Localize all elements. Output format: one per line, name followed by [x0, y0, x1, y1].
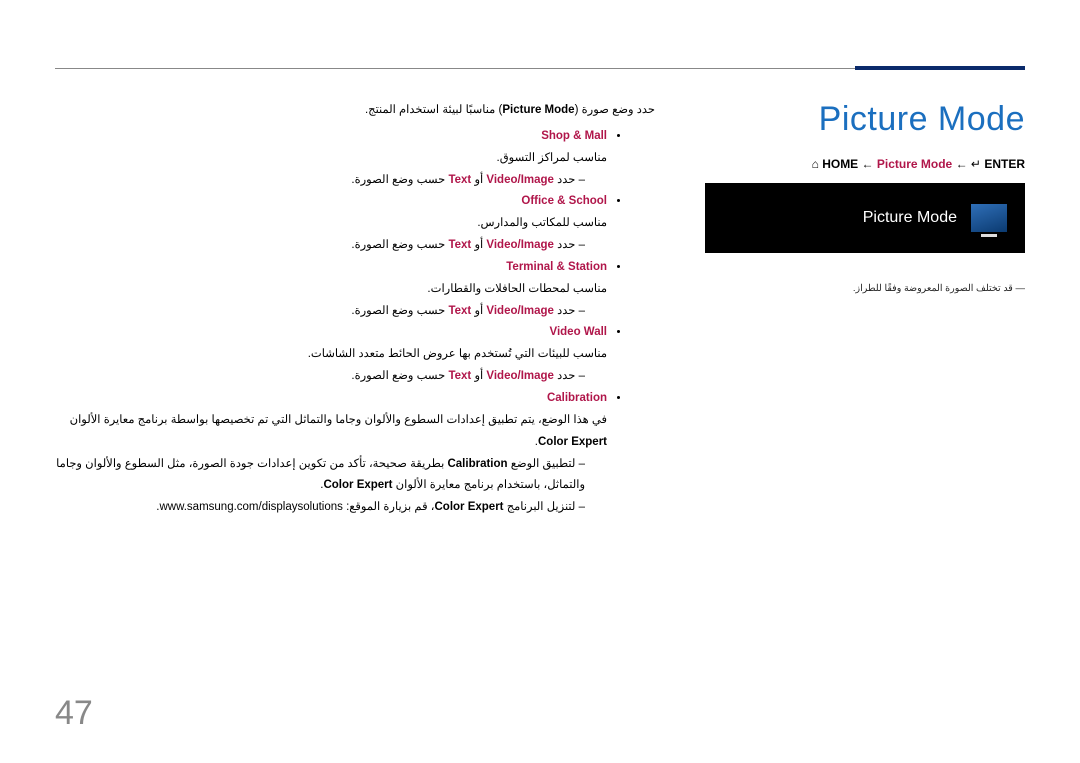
mode-desc: مناسب للبيئات التي تُستخدم بها عروض الحا… — [55, 344, 607, 366]
list-item: Terminal & Station مناسب لمحطات الحافلات… — [55, 257, 607, 323]
breadcrumb-arrow-1: ← — [862, 157, 874, 171]
mode-desc: مناسب للمكاتب والمدارس. — [55, 213, 607, 235]
intro-pre: حدد وضع صورة ( — [575, 104, 655, 116]
calibration-note-1: لتطبيق الوضع Calibration بطريقة صحيحة، ت… — [55, 454, 585, 498]
tv-icon — [971, 204, 1007, 232]
mode-shop: Shop & Mall — [541, 130, 607, 142]
model-note: قد تختلف الصورة المعروضة وفقًا للطراز. — [705, 281, 1025, 296]
list-item: Office & School مناسب للمكاتب والمدارس. … — [55, 191, 607, 257]
mode-calibration: Calibration — [547, 392, 607, 404]
breadcrumb-enter: ENTER — [984, 157, 1025, 171]
select-line: حدد Video/Image أو Text حسب وضع الصورة. — [55, 301, 585, 323]
mode-desc: في هذا الوضع، يتم تطبيق إعدادات السطوع و… — [55, 410, 607, 454]
osd-screenshot: Picture Mode — [705, 183, 1025, 253]
list-item: Calibration في هذا الوضع، يتم تطبيق إعدا… — [55, 388, 607, 519]
breadcrumb-picture-mode: Picture Mode — [877, 157, 952, 171]
select-line: حدد Video/Image أو Text حسب وضع الصورة. — [55, 235, 585, 257]
intro-post: ) مناسبًا لبيئة استخدام المنتج. — [365, 104, 502, 116]
select-line: حدد Video/Image أو Text حسب وضع الصورة. — [55, 366, 585, 388]
breadcrumb-arrow-2: ← — [956, 157, 968, 171]
enter-icon: ↵ — [971, 157, 981, 171]
osd-label: Picture Mode — [863, 209, 957, 227]
download-url: www.samsung.com/displaysolutions — [159, 501, 342, 513]
mode-office: Office & School — [521, 195, 607, 207]
calibration-note-2: لتنزيل البرنامج Color Expert، قم بزيارة … — [55, 497, 585, 519]
top-rule-accent — [855, 66, 1025, 70]
select-line: حدد Video/Image أو Text حسب وضع الصورة. — [55, 170, 585, 192]
mode-videowall: Video Wall — [549, 326, 607, 338]
breadcrumb: ⌂ HOME ← Picture Mode ← ↵ ENTER — [705, 157, 1025, 171]
breadcrumb-home: HOME — [822, 157, 858, 171]
page-title: Picture Mode — [705, 100, 1025, 139]
mode-desc: مناسب لمحطات الحافلات والقطارات. — [55, 279, 607, 301]
intro-mid: Picture Mode — [502, 104, 574, 116]
mode-desc: مناسب لمراكز التسوق. — [55, 148, 607, 170]
page-number: 47 — [55, 694, 93, 733]
content-body: حدد وضع صورة (Picture Mode) مناسبًا لبيئ… — [55, 100, 655, 519]
list-item: Shop & Mall مناسب لمراكز التسوق. حدد Vid… — [55, 126, 607, 192]
home-icon: ⌂ — [812, 157, 819, 171]
mode-terminal: Terminal & Station — [506, 261, 607, 273]
list-item: Video Wall مناسب للبيئات التي تُستخدم به… — [55, 322, 607, 388]
